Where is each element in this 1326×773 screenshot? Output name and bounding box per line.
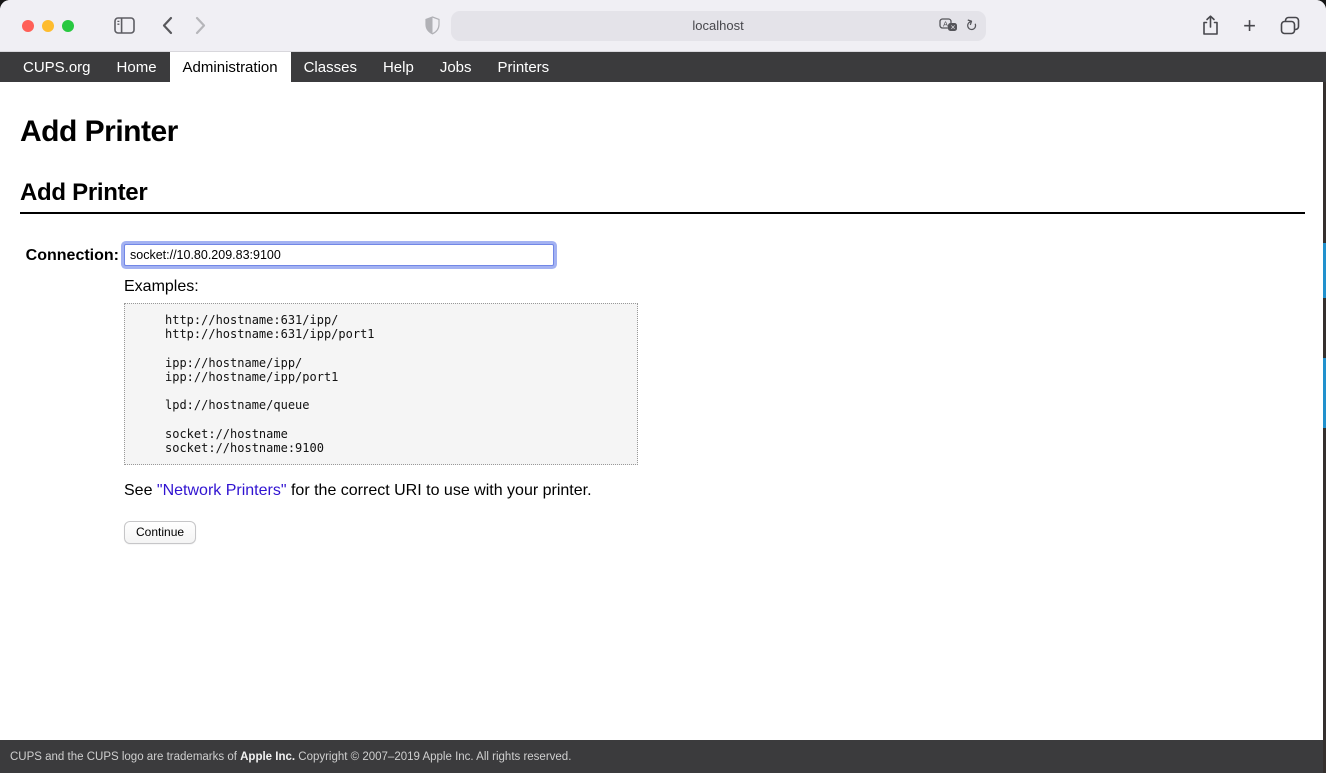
chevron-left-icon — [161, 16, 173, 35]
address-bar[interactable]: localhost A ✕ ↻ — [451, 11, 986, 41]
footer: CUPS and the CUPS logo are trademarks of… — [0, 740, 1326, 773]
minimize-window-button[interactable] — [42, 20, 54, 32]
share-icon — [1202, 15, 1219, 36]
tabs-icon — [1280, 16, 1300, 35]
translate-icon[interactable]: A ✕ — [939, 18, 958, 33]
network-printers-link[interactable]: "Network Printers" — [157, 482, 287, 499]
close-window-button[interactable] — [22, 20, 34, 32]
network-printers-note: See "Network Printers" for the correct U… — [124, 482, 1305, 500]
continue-button[interactable]: Continue — [124, 521, 196, 544]
forward-button[interactable] — [195, 16, 207, 35]
nav-item-help[interactable]: Help — [370, 52, 427, 82]
nav-item-home[interactable]: Home — [104, 52, 170, 82]
sidebar-icon — [114, 17, 135, 34]
connection-form-row: Connection: Examples: http://hostname:63… — [20, 244, 1305, 544]
plus-icon: + — [1243, 15, 1256, 37]
see-suffix: for the correct URI to use with your pri… — [287, 482, 592, 499]
nav-item-cups-org[interactable]: CUPS.org — [10, 52, 104, 82]
nav-item-printers[interactable]: Printers — [485, 52, 563, 82]
share-button[interactable] — [1202, 15, 1219, 36]
page-title: Add Printer — [20, 115, 1305, 149]
nav-item-jobs[interactable]: Jobs — [427, 52, 485, 82]
window-controls — [22, 20, 74, 32]
sidebar-toggle-button[interactable] — [114, 17, 135, 34]
svg-text:✕: ✕ — [950, 24, 955, 31]
footer-company-bold: Apple Inc. — [240, 751, 295, 763]
back-button[interactable] — [161, 16, 173, 35]
connection-uri-input[interactable] — [124, 244, 554, 266]
section-title: Add Printer — [20, 179, 1305, 214]
browser-toolbar: localhost A ✕ ↻ — [0, 0, 1326, 52]
footer-text: CUPS and the CUPS logo are trademarks of… — [10, 751, 571, 763]
nav-item-classes[interactable]: Classes — [291, 52, 370, 82]
tab-overview-button[interactable] — [1280, 16, 1300, 35]
svg-text:A: A — [943, 20, 948, 29]
page-content: Add Printer Add Printer Connection: Exam… — [0, 82, 1326, 740]
cups-nav-bar: CUPS.org Home Administration Classes Hel… — [0, 52, 1326, 82]
uri-examples-box: http://hostname:631/ipp/ http://hostname… — [124, 303, 638, 465]
chevron-right-icon — [195, 16, 207, 35]
see-prefix: See — [124, 482, 157, 499]
reload-icon: ↻ — [963, 15, 981, 36]
new-tab-button[interactable]: + — [1243, 15, 1256, 37]
zoom-window-button[interactable] — [62, 20, 74, 32]
url-text[interactable]: localhost — [451, 18, 986, 33]
privacy-shield-icon[interactable] — [424, 16, 441, 35]
connection-label: Connection: — [20, 244, 124, 544]
nav-item-administration[interactable]: Administration — [170, 52, 291, 82]
browser-window: localhost A ✕ ↻ — [0, 0, 1326, 773]
examples-label: Examples: — [124, 278, 1305, 296]
reload-button[interactable]: ↻ — [965, 17, 978, 35]
